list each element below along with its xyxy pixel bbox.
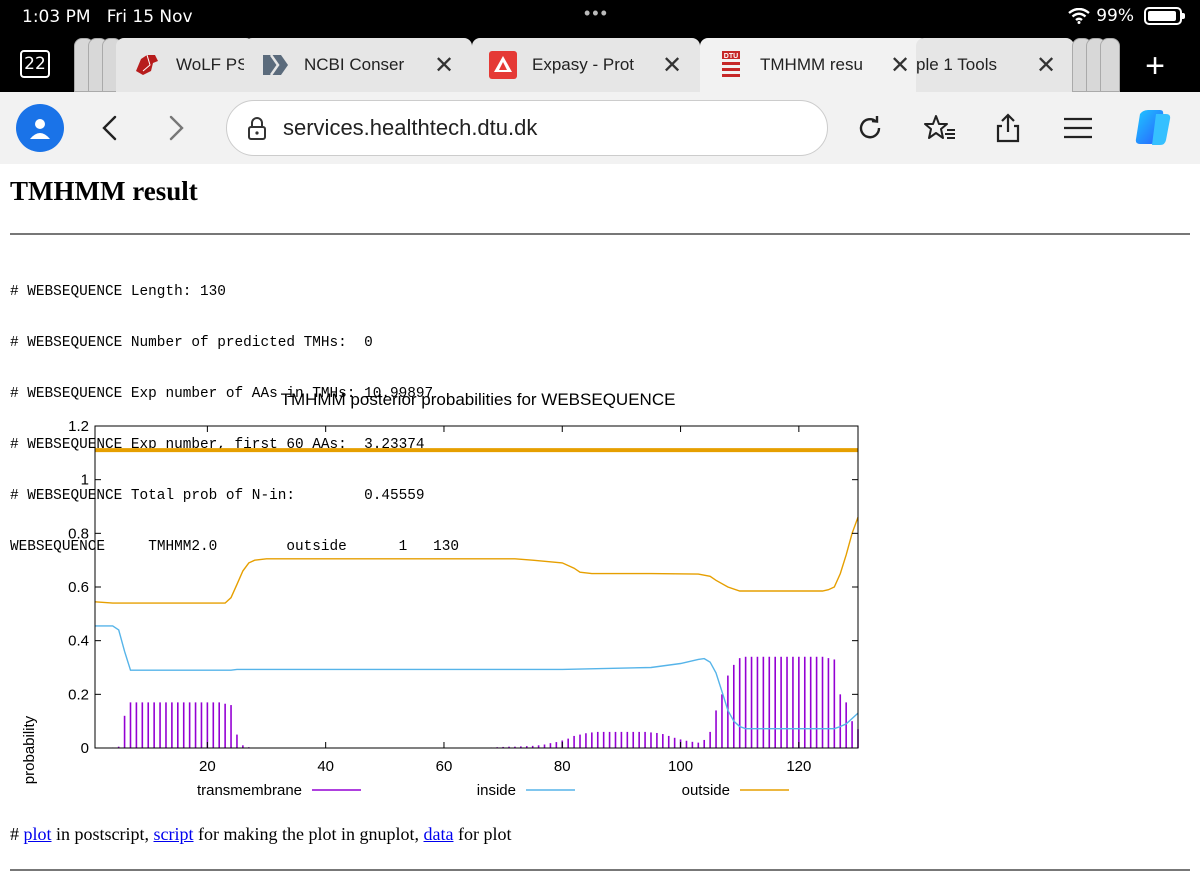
- plot-postscript-link[interactable]: plot: [24, 824, 52, 844]
- wolf-icon: [132, 50, 162, 80]
- tab-title: WoLF PS: [176, 55, 249, 74]
- tab-title: TMHMM resu: [760, 55, 863, 74]
- user-icon: [30, 119, 50, 139]
- status-right: 99%: [1068, 6, 1185, 26]
- divider: [10, 869, 1190, 871]
- series-lines: [94, 448, 859, 730]
- back-button[interactable]: [90, 108, 130, 148]
- y-axis-label: probability: [21, 715, 38, 784]
- y-tick-label: 0.2: [68, 686, 89, 703]
- x-tick-label: 100: [668, 758, 693, 775]
- reload-icon: [859, 116, 881, 139]
- output-line: # WEBSEQUENCE Number of predicted TMHs: …: [10, 335, 373, 351]
- chart-title: TMHMM posterior probabilities for WEBSEQ…: [281, 390, 676, 409]
- battery-percent: 99%: [1096, 6, 1134, 26]
- y-tick-label: 1.2: [68, 418, 89, 435]
- lock-icon: [247, 115, 269, 141]
- y-tick-label: 0.6: [68, 579, 89, 596]
- x-tick-label: 120: [786, 758, 811, 775]
- menu-button[interactable]: [1058, 108, 1098, 148]
- output-line: # WEBSEQUENCE Length: 130: [10, 284, 226, 300]
- tab-ncbi[interactable]: NCBI Conser ✕: [244, 38, 472, 92]
- legend-label: inside: [477, 782, 516, 799]
- x-tick-label: 40: [317, 758, 334, 775]
- plot-frame: [94, 425, 859, 749]
- x-tick-label: 20: [199, 758, 216, 775]
- copilot-icon: [1135, 110, 1171, 145]
- y-tick-label: 0.4: [68, 633, 89, 650]
- posterior-probability-plot: TMHMM posterior probabilities for WEBSEQ…: [21, 390, 859, 799]
- copilot-button[interactable]: [1128, 108, 1176, 148]
- legend-label: outside: [682, 782, 730, 799]
- download-links: # plot in postscript, script for making …: [10, 824, 512, 844]
- dtu-icon: DTU: [716, 50, 746, 80]
- multitasking-dots-icon[interactable]: •••: [584, 3, 609, 24]
- tab-tmhmm[interactable]: DTU TMHMM resu ✕: [700, 38, 928, 92]
- close-tab-icon[interactable]: ✕: [1032, 51, 1060, 80]
- close-tab-icon[interactable]: ✕: [886, 51, 914, 80]
- share-icon: [996, 113, 1020, 143]
- url-text: services.healthtech.dtu.dk: [283, 115, 538, 140]
- expasy-icon: [488, 50, 518, 80]
- chevron-left-icon: [102, 115, 117, 141]
- x-tick-label: 80: [554, 758, 571, 775]
- tab-strip: 22 WoLF PS NCBI Conser ✕ Expasy - Prot ✕…: [0, 34, 1200, 92]
- inside-line: [95, 625, 859, 730]
- y-tick-label: 0: [81, 740, 89, 757]
- close-tab-icon[interactable]: ✕: [430, 51, 458, 80]
- legend-label: transmembrane: [197, 782, 302, 799]
- plot-data-link[interactable]: data: [424, 824, 454, 844]
- tab-overview-button[interactable]: 22: [20, 50, 50, 78]
- tab-title: NCBI Conser: [304, 55, 405, 74]
- page-title: TMHMM result: [10, 176, 198, 206]
- status-time: 1:03 PM Fri 15 Nov: [22, 7, 193, 27]
- wifi-icon: [1068, 8, 1090, 24]
- tab-expasy[interactable]: Expasy - Prot ✕: [472, 38, 700, 92]
- browser-toolbar: services.healthtech.dtu.dk: [0, 92, 1200, 164]
- chevron-right-icon: [169, 115, 184, 141]
- page-content: TMHMM result # WEBSEQUENCE Length: 130 #…: [0, 164, 1200, 878]
- y-tick-label: 1: [81, 472, 89, 489]
- tab-title: ple 1 Tools: [916, 55, 997, 74]
- ncbi-icon: [260, 50, 290, 80]
- profile-button[interactable]: [16, 104, 64, 152]
- tab-wolf-psort[interactable]: WoLF PS: [116, 38, 254, 92]
- stacked-tab[interactable]: [1100, 38, 1120, 92]
- address-bar[interactable]: services.healthtech.dtu.dk: [226, 100, 828, 156]
- favorites-button[interactable]: [920, 108, 960, 148]
- divider: [10, 233, 1190, 235]
- forward-button[interactable]: [156, 108, 196, 148]
- svg-text:DTU: DTU: [724, 53, 738, 60]
- share-button[interactable]: [988, 108, 1028, 148]
- outside-line: [94, 516, 859, 604]
- tab-title: Expasy - Prot: [532, 55, 635, 74]
- star-list-icon: [924, 115, 955, 139]
- hamburger-menu-icon: [1064, 117, 1092, 139]
- new-tab-button[interactable]: +: [1130, 48, 1180, 88]
- gnuplot-script-link[interactable]: script: [154, 824, 194, 844]
- chart-legend: transmembrane inside outside: [197, 782, 789, 799]
- battery-icon: [1144, 7, 1185, 25]
- tab-tools[interactable]: ple 1 Tools ✕: [916, 38, 1074, 92]
- y-tick-label: 0.8: [68, 525, 89, 542]
- status-bar: 1:03 PM Fri 15 Nov ••• 99%: [0, 0, 1200, 34]
- reload-button[interactable]: [850, 108, 890, 148]
- close-tab-icon[interactable]: ✕: [658, 51, 686, 80]
- x-tick-label: 60: [436, 758, 453, 775]
